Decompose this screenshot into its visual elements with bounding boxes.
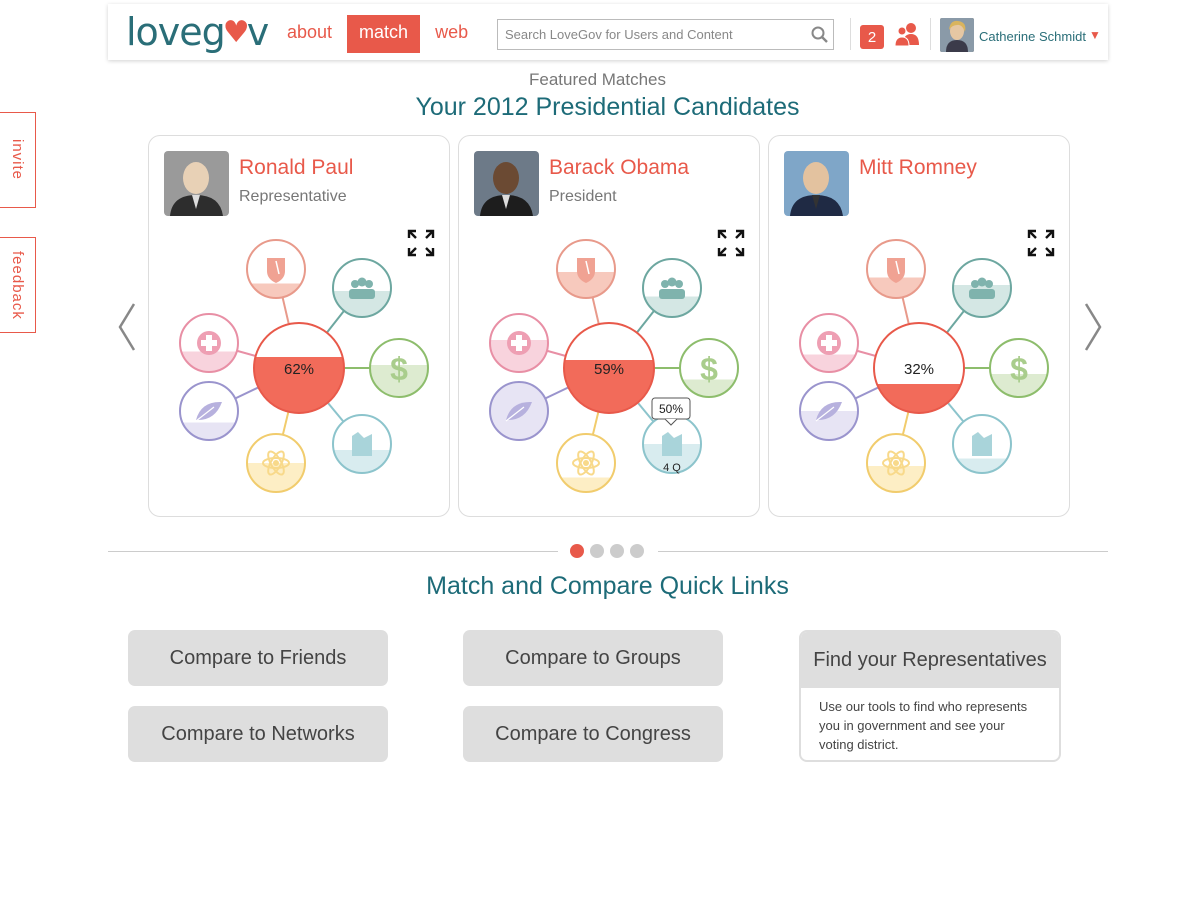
issue-node[interactable] bbox=[246, 239, 306, 299]
find-representatives-description: Use our tools to find who represents you… bbox=[819, 699, 1028, 752]
candidate-card[interactable]: Barack Obama President $59% 50% 4 Q bbox=[458, 135, 760, 517]
user-name[interactable]: Catherine Schmidt bbox=[979, 29, 1086, 44]
issue-node[interactable] bbox=[866, 433, 926, 493]
issue-node[interactable] bbox=[799, 381, 859, 441]
header-divider bbox=[930, 18, 931, 50]
issue-match-graph: $59% 50% 4 Q bbox=[489, 239, 739, 493]
issue-node[interactable] bbox=[489, 313, 549, 373]
issue-node[interactable] bbox=[556, 433, 616, 493]
chevron-left-icon[interactable] bbox=[116, 300, 138, 359]
search-input[interactable] bbox=[498, 27, 807, 42]
match-percent: 62% bbox=[284, 361, 314, 378]
candidate-title: President bbox=[549, 188, 617, 205]
match-percent: 59% bbox=[594, 361, 624, 378]
tooltip-sub: 4 Q bbox=[663, 462, 681, 474]
issue-node[interactable] bbox=[642, 258, 702, 318]
candidate-card[interactable]: Ronald Paul Representative $62% bbox=[148, 135, 450, 517]
friends-icon[interactable] bbox=[894, 21, 920, 52]
compare-groups-button[interactable]: Compare to Groups bbox=[463, 630, 723, 686]
issue-node[interactable]: $ bbox=[989, 338, 1049, 398]
issue-match-graph: $32% bbox=[799, 239, 1049, 493]
match-percent: 32% bbox=[904, 361, 934, 378]
header-divider bbox=[850, 18, 851, 50]
pager-line bbox=[658, 551, 1108, 552]
issue-node[interactable] bbox=[952, 258, 1012, 318]
heart-icon: ♥ bbox=[222, 14, 250, 50]
logo-text-b: v bbox=[246, 10, 269, 54]
nav-web[interactable]: web bbox=[426, 15, 477, 53]
find-representatives-title[interactable]: Find your Representatives bbox=[801, 632, 1059, 688]
logo[interactable]: loveg ♥ v bbox=[126, 10, 269, 54]
caret-down-icon[interactable]: ▼ bbox=[1089, 28, 1101, 42]
issue-node[interactable]: $ bbox=[369, 338, 429, 398]
pager-line bbox=[108, 551, 558, 552]
top-header: loveg♥v about match web 2 Catherine Schm… bbox=[108, 4, 1108, 60]
issue-node[interactable] bbox=[952, 414, 1012, 474]
pager-dot[interactable] bbox=[570, 544, 584, 558]
pager-dot[interactable] bbox=[590, 544, 604, 558]
candidate-name[interactable]: Mitt Romney bbox=[859, 156, 977, 180]
issue-node[interactable] bbox=[246, 433, 306, 493]
compare-congress-button[interactable]: Compare to Congress bbox=[463, 706, 723, 762]
feedback-label: feedback bbox=[9, 250, 26, 320]
issue-node[interactable] bbox=[332, 414, 392, 474]
svg-text:$: $ bbox=[1010, 351, 1028, 387]
nav-match[interactable]: match bbox=[347, 15, 421, 53]
candidate-photo[interactable] bbox=[784, 151, 849, 216]
featured-label: Featured Matches bbox=[528, 70, 666, 89]
candidate-card[interactable]: Mitt Romney $32% bbox=[768, 135, 1070, 517]
user-avatar[interactable] bbox=[940, 18, 974, 52]
svg-text:$: $ bbox=[390, 351, 408, 387]
pager-dot[interactable] bbox=[610, 544, 624, 558]
candidate-title: Representative bbox=[239, 188, 347, 205]
svg-text:$: $ bbox=[700, 351, 718, 387]
candidate-photo[interactable] bbox=[474, 151, 539, 216]
issue-node[interactable]: $ bbox=[679, 338, 739, 398]
pager-dot[interactable] bbox=[630, 544, 644, 558]
quick-links-title: Match and Compare Quick Links bbox=[426, 572, 789, 600]
search-icon[interactable] bbox=[807, 22, 833, 48]
chevron-right-icon[interactable] bbox=[1082, 300, 1104, 359]
issue-node[interactable] bbox=[489, 381, 549, 441]
notification-badge[interactable]: 2 bbox=[860, 25, 884, 49]
tooltip-value: 50% bbox=[659, 402, 683, 416]
carousel-pager bbox=[570, 544, 644, 558]
candidate-name[interactable]: Ronald Paul bbox=[239, 156, 353, 180]
issue-node[interactable] bbox=[556, 239, 616, 299]
search-box bbox=[497, 19, 834, 50]
issue-node[interactable] bbox=[179, 313, 239, 373]
nav-about[interactable]: about bbox=[278, 15, 341, 53]
issue-node[interactable] bbox=[179, 381, 239, 441]
feedback-tab[interactable]: feedback bbox=[0, 237, 36, 333]
candidate-photo[interactable] bbox=[164, 151, 229, 216]
compare-networks-button[interactable]: Compare to Networks bbox=[128, 706, 388, 762]
logo-text-a: loveg bbox=[126, 10, 226, 54]
invite-tab[interactable]: invite bbox=[0, 112, 36, 208]
compare-friends-button[interactable]: Compare to Friends bbox=[128, 630, 388, 686]
issue-node[interactable] bbox=[866, 239, 926, 299]
issue-match-graph: $62% bbox=[179, 239, 429, 493]
invite-label: invite bbox=[9, 139, 26, 181]
find-representatives-panel[interactable]: Find your Representatives Use our tools … bbox=[799, 630, 1061, 762]
candidate-name[interactable]: Barack Obama bbox=[549, 156, 689, 180]
issue-node[interactable] bbox=[799, 313, 859, 373]
page-title: Your 2012 Presidential Candidates bbox=[415, 93, 800, 121]
main-nav: about match web bbox=[278, 15, 483, 53]
issue-node[interactable] bbox=[332, 258, 392, 318]
